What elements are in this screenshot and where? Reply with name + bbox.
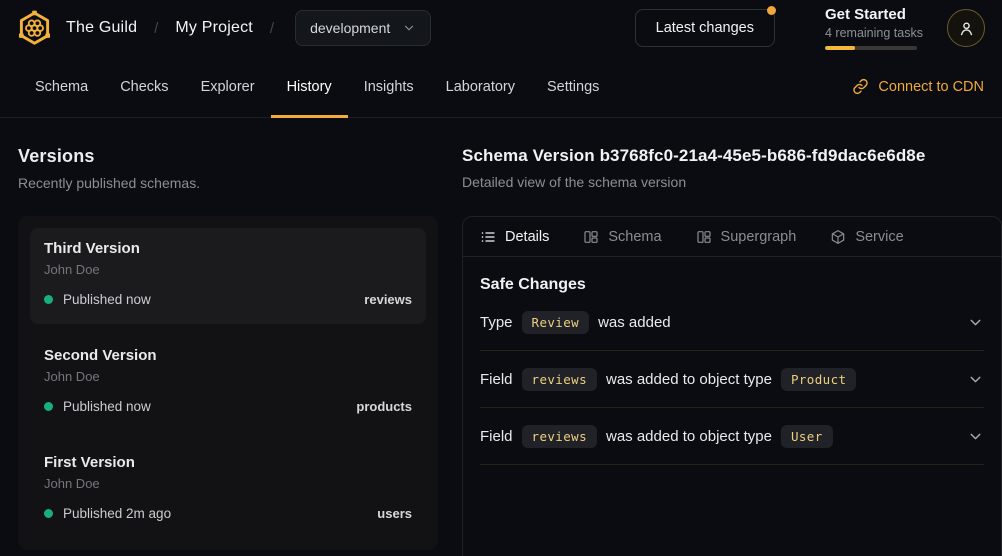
breadcrumb: The Guild / My Project / development — [66, 10, 431, 46]
version-list-item[interactable]: Second Version John Doe Published now pr… — [30, 335, 426, 431]
versions-subtitle: Recently published schemas. — [18, 175, 438, 191]
schema-version-title: Schema Version b3768fc0-21a4-45e5-b686-f… — [462, 146, 1002, 166]
latest-changes-button[interactable]: Latest changes — [635, 9, 775, 47]
change-type-badge[interactable]: Product — [781, 368, 856, 391]
target-selector-dropdown[interactable]: development — [295, 10, 431, 46]
published-status-dot — [44, 509, 53, 518]
panels-icon — [696, 229, 712, 245]
version-title: Second Version — [44, 347, 412, 364]
detail-tab-service[interactable]: Service — [830, 229, 903, 245]
detail-tab-label: Schema — [608, 229, 661, 245]
version-status-row: Published now reviews — [44, 292, 412, 307]
detail-tab-label: Service — [855, 229, 903, 245]
connect-to-cdn-label: Connect to CDN — [878, 79, 984, 95]
tab-schema[interactable]: Schema — [19, 56, 104, 117]
get-started-progress-track — [825, 46, 917, 50]
get-started-title: Get Started — [825, 6, 917, 23]
version-status-text: Published 2m ago — [63, 506, 377, 521]
detail-tab-supergraph[interactable]: Supergraph — [696, 229, 797, 245]
detail-tab-details[interactable]: Details — [480, 229, 549, 245]
versions-title: Versions — [18, 146, 438, 167]
version-list-item[interactable]: First Version John Doe Published 2m ago … — [30, 442, 426, 538]
change-prefix: Field — [480, 428, 513, 445]
version-service-name: products — [356, 399, 412, 414]
version-list-item[interactable]: Third Version John Doe Published now rev… — [30, 228, 426, 324]
published-status-dot — [44, 295, 53, 304]
user-icon — [957, 19, 976, 38]
get-started-progress-fill — [825, 46, 855, 50]
latest-changes-label: Latest changes — [656, 20, 754, 36]
panels-icon — [583, 229, 599, 245]
version-status-text: Published now — [63, 292, 364, 307]
notification-dot — [767, 6, 776, 15]
tab-history[interactable]: History — [271, 56, 348, 117]
top-bar: The Guild / My Project / development Lat… — [0, 0, 1002, 56]
change-code-badge[interactable]: reviews — [522, 425, 597, 448]
version-author: John Doe — [44, 262, 412, 277]
version-status-text: Published now — [63, 399, 356, 414]
tab-insights[interactable]: Insights — [348, 56, 430, 117]
versions-list: Third Version John Doe Published now rev… — [18, 216, 438, 550]
breadcrumb-org[interactable]: The Guild — [66, 19, 137, 37]
app-window: The Guild / My Project / development Lat… — [0, 0, 1002, 556]
version-service-name: reviews — [364, 292, 412, 307]
connect-to-cdn-link[interactable]: Connect to CDN — [852, 56, 984, 117]
version-status-row: Published now products — [44, 399, 412, 414]
tab-explorer[interactable]: Explorer — [185, 56, 271, 117]
target-selector-label: development — [310, 20, 390, 36]
detail-tab-bar: Details Schema — [463, 217, 1001, 257]
change-code-badge[interactable]: reviews — [522, 368, 597, 391]
breadcrumb-project[interactable]: My Project — [175, 19, 253, 37]
schema-version-panel: Details Schema — [462, 216, 1002, 556]
change-row[interactable]: Field reviews was added to object type U… — [480, 408, 984, 465]
breadcrumb-separator: / — [154, 20, 158, 37]
top-bar-right: Latest changes Get Started 4 remaining t… — [635, 6, 985, 49]
change-suffix: was added — [598, 314, 671, 331]
change-prefix: Field — [480, 371, 513, 388]
detail-tab-label: Supergraph — [721, 229, 797, 245]
tab-settings[interactable]: Settings — [531, 56, 615, 117]
version-author: John Doe — [44, 476, 412, 491]
version-service-name: users — [377, 506, 412, 521]
versions-column: Versions Recently published schemas. Thi… — [0, 118, 456, 556]
version-author: John Doe — [44, 369, 412, 384]
chevron-down-icon[interactable] — [967, 428, 984, 445]
chevron-down-icon[interactable] — [967, 371, 984, 388]
link-icon — [852, 78, 869, 95]
get-started-subtitle: 4 remaining tasks — [825, 26, 917, 40]
change-suffix: was added to object type — [606, 428, 772, 445]
change-type-badge[interactable]: User — [781, 425, 833, 448]
project-nav: Schema Checks Explorer History Insights … — [0, 56, 1002, 118]
breadcrumb-separator: / — [270, 20, 274, 37]
change-prefix: Type — [480, 314, 513, 331]
tab-laboratory[interactable]: Laboratory — [430, 56, 531, 117]
chevron-down-icon — [402, 21, 416, 35]
detail-tab-schema[interactable]: Schema — [583, 229, 661, 245]
version-status-row: Published 2m ago users — [44, 506, 412, 521]
change-suffix: was added to object type — [606, 371, 772, 388]
detail-body: Safe Changes Type Review was added Field… — [463, 257, 1001, 465]
main-content: Versions Recently published schemas. Thi… — [0, 118, 1002, 556]
change-row[interactable]: Field reviews was added to object type P… — [480, 351, 984, 408]
user-avatar[interactable] — [947, 9, 985, 47]
version-title: Third Version — [44, 240, 412, 257]
safe-changes-heading: Safe Changes — [480, 276, 984, 294]
published-status-dot — [44, 402, 53, 411]
tab-checks[interactable]: Checks — [104, 56, 184, 117]
cube-icon — [830, 229, 846, 245]
get-started-widget[interactable]: Get Started 4 remaining tasks — [825, 6, 917, 49]
change-code-badge[interactable]: Review — [522, 311, 590, 334]
list-icon — [480, 229, 496, 245]
schema-version-subtitle: Detailed view of the schema version — [462, 174, 1002, 190]
change-row[interactable]: Type Review was added — [480, 294, 984, 351]
detail-tab-label: Details — [505, 229, 549, 245]
version-title: First Version — [44, 454, 412, 471]
schema-version-detail: Schema Version b3768fc0-21a4-45e5-b686-f… — [456, 118, 1002, 556]
chevron-down-icon[interactable] — [967, 314, 984, 331]
guild-hive-logo-icon[interactable] — [18, 10, 51, 47]
